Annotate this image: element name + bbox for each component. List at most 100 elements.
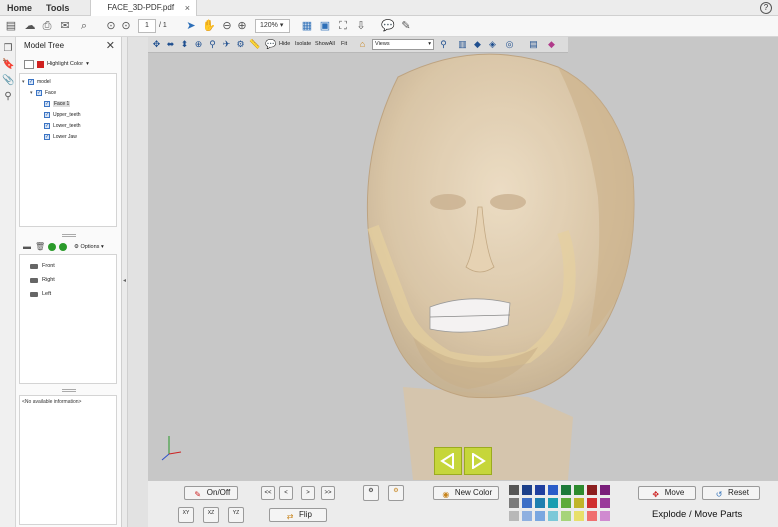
color-swatch[interactable] [522, 498, 532, 508]
show-all-button[interactable]: ShowAll [315, 39, 335, 50]
page-up-icon[interactable]: ⊙ [104, 19, 118, 33]
checkbox[interactable]: ✓ [44, 112, 50, 118]
views-select[interactable]: Views ▾ [372, 39, 434, 50]
camera-icon[interactable]: ▬ [22, 242, 32, 252]
document-icon[interactable]: ▣ [318, 19, 332, 33]
color-swatch[interactable] [574, 485, 584, 495]
view-item-right[interactable]: Right [30, 277, 55, 283]
mail-icon[interactable]: ✉ [58, 19, 72, 33]
color-swatch[interactable] [548, 498, 558, 508]
view-item-front[interactable]: Front [30, 263, 55, 269]
spin-icon[interactable]: ⬌ [165, 39, 176, 50]
hand-tool-icon[interactable]: ✋ [202, 19, 216, 33]
page-number-input[interactable]: 1 [138, 19, 156, 33]
tree-item-lower-teeth[interactable]: ✓ Lower_teeth [44, 122, 81, 130]
save-icon[interactable]: ▤ [4, 19, 18, 33]
highlight-color-swatch[interactable] [37, 60, 44, 68]
panel-splitter[interactable] [62, 234, 76, 237]
next-button[interactable]: > [301, 486, 315, 500]
color-swatch[interactable] [509, 498, 519, 508]
camera-properties-icon[interactable]: ⚙ [235, 39, 246, 50]
3d-viewer[interactable]: ✥ ⬌ ⬍ ⊕ ⚲ ✈ ⚙ 📏 💬 Hide Isolate ShowAll F… [148, 37, 778, 480]
bookmark-icon[interactable]: 🔖 [2, 59, 14, 71]
tree-item-face-1[interactable]: ✓ Face 1 [44, 100, 71, 108]
last-button[interactable]: >> [321, 486, 335, 500]
chevron-down-icon[interactable]: ▾ [86, 61, 89, 67]
view-item-left[interactable]: Left [30, 291, 51, 297]
read-mode-icon[interactable]: ⇩ [354, 19, 368, 33]
measure-icon[interactable]: 📏 [249, 39, 260, 50]
checkbox[interactable]: ✓ [44, 123, 50, 129]
checkbox[interactable]: ✓ [36, 90, 42, 96]
color-swatch[interactable] [522, 511, 532, 521]
prev-button[interactable]: < [279, 486, 293, 500]
color-swatch[interactable] [574, 511, 584, 521]
rotate-icon[interactable]: ✥ [151, 39, 162, 50]
checkbox[interactable]: ✓ [44, 101, 50, 107]
color-swatch[interactable] [535, 498, 545, 508]
trash-icon[interactable]: 🗑 [35, 242, 45, 252]
fit-page-icon[interactable]: ▦ [300, 19, 314, 33]
attachment-icon[interactable]: 📎 [2, 75, 14, 87]
axis-xz-button[interactable]: XZ [203, 507, 219, 523]
new-color-button[interactable]: ◉ New Color [433, 486, 499, 500]
next-arrow-button[interactable] [464, 447, 492, 475]
lighting-icon[interactable]: ◈ [487, 39, 498, 50]
color-swatch[interactable] [561, 511, 571, 521]
projection-icon[interactable]: ▥ [457, 39, 468, 50]
fit-button[interactable]: Fit [341, 39, 347, 50]
color-swatch[interactable] [522, 485, 532, 495]
pan-icon[interactable]: ⬍ [179, 39, 190, 50]
isolate-button[interactable]: Isolate [295, 39, 311, 50]
zoom-in-icon[interactable]: ⊕ [235, 19, 249, 33]
zoom-3d-icon[interactable]: ⊕ [193, 39, 204, 50]
comment-3d-icon[interactable]: 💬 [265, 39, 276, 50]
fullscreen-icon[interactable]: ⛶ [336, 19, 350, 33]
close-tab-icon[interactable]: × [185, 0, 190, 16]
close-panel-icon[interactable]: ✕ [106, 39, 115, 52]
color-swatch[interactable] [587, 498, 597, 508]
add-view-icon[interactable] [48, 242, 56, 251]
chevron-left-icon[interactable]: ◂ [123, 277, 126, 284]
checkbox[interactable]: ✓ [44, 134, 50, 140]
reset-button[interactable]: ↺ Reset [702, 486, 760, 500]
axis-xy-button[interactable]: XY [178, 507, 194, 523]
color-swatch[interactable] [561, 485, 571, 495]
tree-item-model[interactable]: ▾ ✓ model [22, 78, 51, 86]
first-button[interactable]: << [261, 486, 275, 500]
pages-icon[interactable]: ❐ [2, 43, 14, 55]
page-down-icon[interactable]: ⊙ [119, 19, 133, 33]
color-swatch[interactable] [561, 498, 571, 508]
move-button[interactable]: ✥ Move [638, 486, 696, 500]
hide-button[interactable]: Hide [279, 39, 290, 50]
panel-splitter[interactable] [62, 389, 76, 392]
help-icon[interactable]: ? [760, 2, 772, 14]
explode-option-a-icon[interactable]: ⚙ [363, 485, 379, 501]
color-swatch[interactable] [509, 511, 519, 521]
menu-tools[interactable]: Tools [39, 0, 76, 16]
color-swatch[interactable] [574, 498, 584, 508]
color-swatch[interactable] [587, 511, 597, 521]
options-menu[interactable]: ⚙ Options ▾ [74, 244, 104, 250]
walk-icon[interactable]: ⚲ [207, 39, 218, 50]
color-swatch[interactable] [548, 511, 558, 521]
background-color-icon[interactable]: ◎ [504, 39, 515, 50]
tree-item-face[interactable]: ▾ ✓ Face [30, 89, 56, 97]
color-swatch[interactable] [600, 485, 610, 495]
model-tree-icon[interactable]: ⚲ [2, 91, 14, 103]
checkbox[interactable]: ✓ [28, 79, 34, 85]
color-swatch[interactable] [587, 485, 597, 495]
pen-icon[interactable]: ✎ [399, 19, 413, 33]
prev-arrow-button[interactable] [434, 447, 462, 475]
update-view-icon[interactable] [59, 242, 67, 251]
select-cursor-icon[interactable]: ➤ [184, 19, 198, 33]
menu-home[interactable]: Home [0, 0, 39, 16]
comment-icon[interactable]: 💬 [381, 19, 395, 33]
zoom-select[interactable]: 120% ▾ [255, 19, 290, 33]
explode-option-b-icon[interactable]: ⚙ [388, 485, 404, 501]
tree-item-upper-teeth[interactable]: ✓ Upper_teeth [44, 111, 81, 119]
cross-section-icon[interactable]: ▤ [528, 39, 539, 50]
highlight-color-row[interactable]: Highlight Color ▾ [24, 59, 89, 69]
flip-button[interactable]: ⇄ Flip [269, 508, 327, 522]
color-swatch[interactable] [548, 485, 558, 495]
